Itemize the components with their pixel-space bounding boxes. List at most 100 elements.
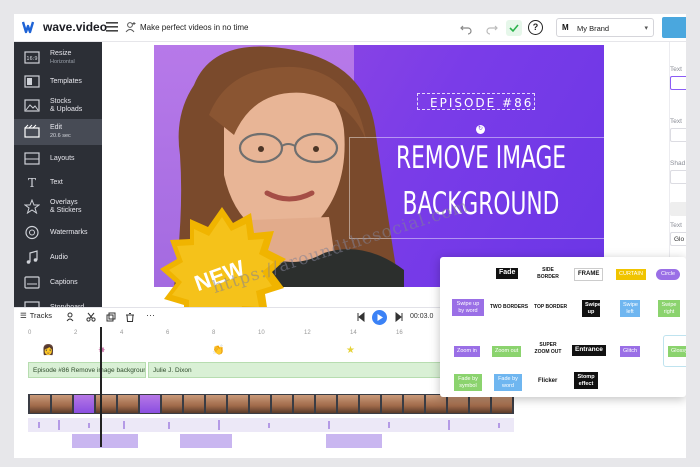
video-frame: [140, 395, 160, 413]
shadow-field[interactable]: [670, 170, 686, 184]
animation-option[interactable]: Stomp effect: [574, 372, 598, 389]
animation-option[interactable]: Entrance: [572, 345, 606, 356]
sticker-icon[interactable]: 👩: [42, 345, 54, 356]
help-button[interactable]: ?: [528, 20, 543, 35]
waveform-bar: [328, 421, 330, 429]
brand-selector[interactable]: M My Brand ▾: [556, 18, 654, 37]
headline-line-1: REMOVE IMAGE: [395, 140, 567, 176]
redo-icon[interactable]: [484, 20, 500, 36]
sidebar-item-layouts[interactable]: Layouts: [14, 146, 102, 172]
more-icon[interactable]: ···: [146, 310, 156, 320]
animation-option[interactable]: Swipe up: [582, 300, 601, 317]
skip-forward-icon[interactable]: [394, 312, 404, 322]
watermark-icon: [25, 225, 39, 240]
add-project-icon[interactable]: [124, 21, 136, 33]
sidebar-item-captions[interactable]: Captions: [14, 270, 102, 296]
skip-back-icon[interactable]: [356, 312, 366, 322]
video-frame: [404, 395, 424, 413]
sidebar-item-templates[interactable]: Templates: [14, 69, 102, 95]
animation-option[interactable]: Fade: [496, 268, 519, 279]
animation-option[interactable]: Circle: [656, 269, 681, 280]
sidebar-item-stocks[interactable]: Stocks & Uploads: [14, 93, 102, 119]
chevron-down-icon: ▾: [644, 25, 648, 32]
ruler-tick: 0: [28, 330, 32, 336]
waveform-bar: [268, 423, 270, 428]
sidebar-item-label: Text: [50, 179, 63, 186]
wave-logo-icon: [22, 21, 35, 34]
project-title[interactable]: Make perfect videos in no time: [140, 23, 249, 32]
waveform-bar: [88, 423, 90, 428]
sidebar-item-text[interactable]: T Text: [14, 170, 102, 196]
tracks-label: Tracks: [29, 311, 52, 320]
ruler-tick: 8: [212, 330, 216, 336]
animation-option[interactable]: FRAME: [574, 268, 604, 281]
animation-option[interactable]: Flicker: [538, 378, 557, 385]
duplicate-icon[interactable]: [106, 312, 116, 322]
sidebar-item-edit[interactable]: Edit 20.6 sec: [14, 119, 102, 145]
episode-label[interactable]: EPISODE #86: [430, 96, 533, 110]
voice-icon[interactable]: [66, 312, 76, 322]
tracks-icon: ☰: [20, 311, 27, 320]
waveform-bar: [388, 422, 390, 428]
sidebar-item-label: Overlays: [50, 199, 78, 206]
text-color-swatch[interactable]: [670, 76, 686, 90]
sidebar-item-label: Layouts: [50, 155, 75, 162]
text-field[interactable]: [670, 128, 686, 142]
audio-clip[interactable]: [326, 434, 382, 448]
animation-option[interactable]: Fade by word: [494, 374, 522, 391]
align-control[interactable]: [670, 202, 686, 216]
app-name: wave.video: [43, 20, 108, 34]
layouts-icon: [24, 152, 40, 165]
menu-icon[interactable]: [106, 22, 118, 32]
undo-icon[interactable]: [458, 20, 474, 36]
sidebar-item-overlays[interactable]: Overlays & Stickers: [14, 194, 102, 220]
waveform-bar: [58, 420, 60, 430]
edit-icon: [24, 124, 40, 138]
sidebar-item-audio[interactable]: Audio: [14, 245, 102, 271]
animation-option[interactable]: TWO BORDERS: [490, 304, 528, 311]
audio-clip[interactable]: [72, 434, 138, 448]
waveform-bar: [123, 421, 125, 429]
animation-option[interactable]: Fade by symbol: [454, 374, 482, 391]
app-logo[interactable]: wave.video: [22, 20, 107, 34]
sidebar-item-watermarks[interactable]: Watermarks: [14, 220, 102, 246]
ruler-tick: 10: [258, 330, 265, 336]
ruler-tick: 16: [396, 330, 403, 336]
animation-option[interactable]: Swipe left: [620, 300, 640, 317]
font-select[interactable]: Glo: [670, 232, 686, 246]
animation-option[interactable]: Zoom out: [492, 346, 522, 357]
animation-option[interactable]: Zoom in: [454, 346, 480, 357]
animation-option[interactable]: CURTAIN: [616, 269, 646, 280]
audio-clip[interactable]: [180, 434, 232, 448]
music-icon: [26, 250, 38, 264]
sidebar-item-label: Templates: [50, 78, 82, 85]
animation-option[interactable]: SIDE BORDER: [534, 267, 562, 280]
video-frame: [382, 395, 402, 413]
svg-text:T: T: [28, 176, 36, 190]
text-clip[interactable]: Julie J. Dixon: [148, 362, 448, 378]
ruler-tick: 14: [350, 330, 357, 336]
ruler-tick: 12: [304, 330, 311, 336]
animation-option[interactable]: Glitch: [620, 346, 641, 357]
play-button[interactable]: [372, 310, 387, 325]
text-clip[interactable]: Episode #86 Remove image background: [28, 362, 146, 378]
animation-option[interactable]: Glossy: [668, 346, 686, 357]
trash-icon[interactable]: [125, 312, 135, 322]
video-frame: [118, 395, 138, 413]
rotate-handle-icon[interactable]: ↻: [476, 125, 485, 134]
star-sticker-icon[interactable]: ★: [346, 345, 355, 356]
publish-button[interactable]: [662, 17, 686, 38]
animation-option[interactable]: Swipe up by word: [452, 299, 484, 316]
sidebar-item-resize[interactable]: 16:9 Resize Horizontal: [14, 45, 102, 71]
playhead[interactable]: [100, 327, 102, 447]
waveform-bar: [498, 423, 500, 428]
time-readout: 00:03.0: [410, 313, 434, 320]
tracks-button[interactable]: ☰ Tracks: [20, 311, 52, 320]
sticker-icon[interactable]: 👏: [212, 345, 224, 356]
animation-option[interactable]: SUPER ZOOM OUT: [534, 342, 562, 355]
sidebar-item-label: Stocks: [50, 98, 72, 105]
animation-option[interactable]: TOP BORDER: [534, 304, 567, 311]
animation-option[interactable]: Swipe right: [658, 300, 680, 317]
scissors-icon[interactable]: [86, 312, 96, 322]
sidebar-item-label-2: & Uploads: [50, 106, 83, 113]
